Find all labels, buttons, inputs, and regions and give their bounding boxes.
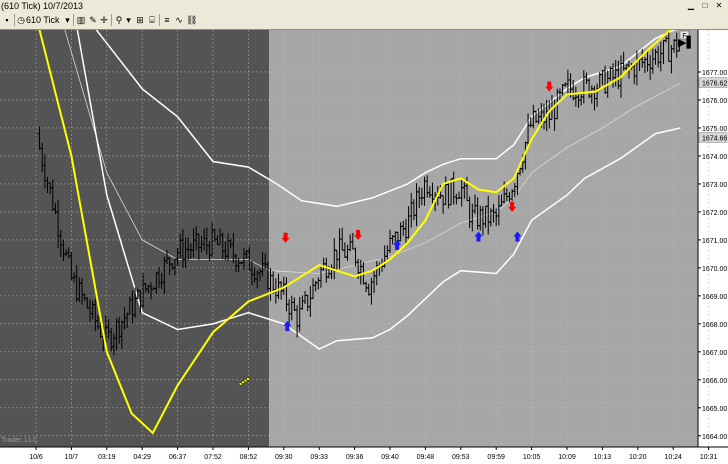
price-axis-label: 1670.00 — [702, 266, 727, 273]
minimize-icon[interactable]: ▁ — [686, 1, 696, 10]
strategy-icon[interactable]: ≡ — [162, 13, 172, 27]
skip-to-end-icon[interactable]: ▶▌ — [678, 35, 695, 49]
time-axis-label: 07:52 — [204, 454, 222, 461]
zoom-dropdown-chevron-icon[interactable]: ▾ — [125, 13, 132, 27]
crosshair-icon[interactable]: ✛ — [99, 13, 109, 27]
price-axis-label: 1664.00 — [702, 434, 727, 441]
link-icon[interactable]: ⛓ — [186, 13, 197, 27]
price-axis-label: 1665.00 — [702, 406, 727, 413]
time-axis-label: 09:48 — [417, 454, 435, 461]
time-axis-label: 10:05 — [523, 454, 541, 461]
price-axis-label: 1674.00 — [702, 154, 727, 161]
time-axis-label: 10/6 — [29, 454, 43, 461]
time-axis-label: 10:13 — [594, 454, 612, 461]
time-axis-label: 09:53 — [452, 454, 470, 461]
maximize-icon[interactable]: □ — [700, 1, 710, 10]
time-axis-label: 09:36 — [346, 454, 364, 461]
interval-dropdown-chevron-icon[interactable]: ▾ — [64, 13, 71, 27]
watermark-text: Trader, LLC — [1, 437, 38, 444]
chart-toolbar: ▪ ◷ 610 Tick ▾ ▥ ✎ ✛ ⚲ ▾ ⊞ ⌸ ≡ ∿ ⛓ — [0, 12, 728, 30]
time-axis-label: 04:29 — [133, 454, 151, 461]
price-axis-label: 1673.00 — [702, 182, 727, 189]
price-marker-label: 1674.66 — [702, 135, 727, 142]
pencil-icon[interactable]: ✎ — [88, 13, 98, 27]
chart-canvas[interactable]: 1677.00 1676.00 1675.00 1674.00 1673.00 1672.… — [0, 30, 728, 464]
price-axis-label: 1667.00 — [702, 350, 727, 357]
price-axis-label: 1668.00 — [702, 322, 727, 329]
toolbar-separator — [14, 14, 15, 26]
time-axis-label: 09:33 — [310, 454, 328, 461]
time-axis-label: 09:59 — [487, 454, 505, 461]
price-axis-label: 1666.00 — [702, 378, 727, 385]
price-axis-label: 1676.00 — [702, 98, 727, 105]
price-chart[interactable]: 1677.00 1676.00 1675.00 1674.00 1673.00 1672.… — [0, 30, 728, 464]
toolbar-separator — [159, 14, 160, 26]
price-marker-label: 1676.62 — [702, 81, 727, 88]
time-axis-label: 10:20 — [629, 454, 647, 461]
time-axis-label: 09:40 — [381, 454, 399, 461]
time-axis-label: 10:09 — [558, 454, 576, 461]
instrument-icon[interactable]: ▪ — [2, 13, 12, 27]
time-axis-label: 10:31 — [700, 454, 718, 461]
interval-icon: ◷ — [17, 15, 25, 25]
toolbar-separator — [111, 14, 112, 26]
time-axis-label: 08:52 — [240, 454, 258, 461]
alert-marker-icon — [246, 377, 250, 381]
interval-selector[interactable]: 610 Tick — [26, 13, 66, 27]
close-icon[interactable]: ✕ — [714, 1, 724, 10]
time-axis-label: 03:19 — [98, 454, 116, 461]
zoom-icon[interactable]: ⚲ — [114, 13, 124, 27]
price-axis-label: 1672.00 — [702, 210, 727, 217]
window-title: (610 Tick) 10/7/2013 — [1, 1, 84, 11]
time-axis-label: 10:24 — [664, 454, 682, 461]
bar-type-icon[interactable]: ▥ — [76, 13, 86, 27]
price-axis-label: 1669.00 — [702, 294, 727, 301]
price-axis-label: 1675.00 — [702, 126, 727, 133]
time-axis-label: 06:37 — [169, 454, 187, 461]
price-axis-background — [698, 30, 728, 464]
historical-session-background — [0, 30, 270, 447]
live-session-background — [269, 30, 698, 447]
properties-icon[interactable]: ⌸ — [147, 13, 157, 27]
indicator-icon[interactable]: ∿ — [174, 13, 184, 27]
data-box-icon[interactable]: ⊞ — [135, 13, 145, 27]
time-axis-label: 09:30 — [275, 454, 293, 461]
price-axis-label: 1677.00 — [702, 70, 727, 77]
price-axis-label: 1671.00 — [702, 238, 727, 245]
toolbar-separator — [73, 14, 74, 26]
time-axis-label: 10/7 — [65, 454, 79, 461]
